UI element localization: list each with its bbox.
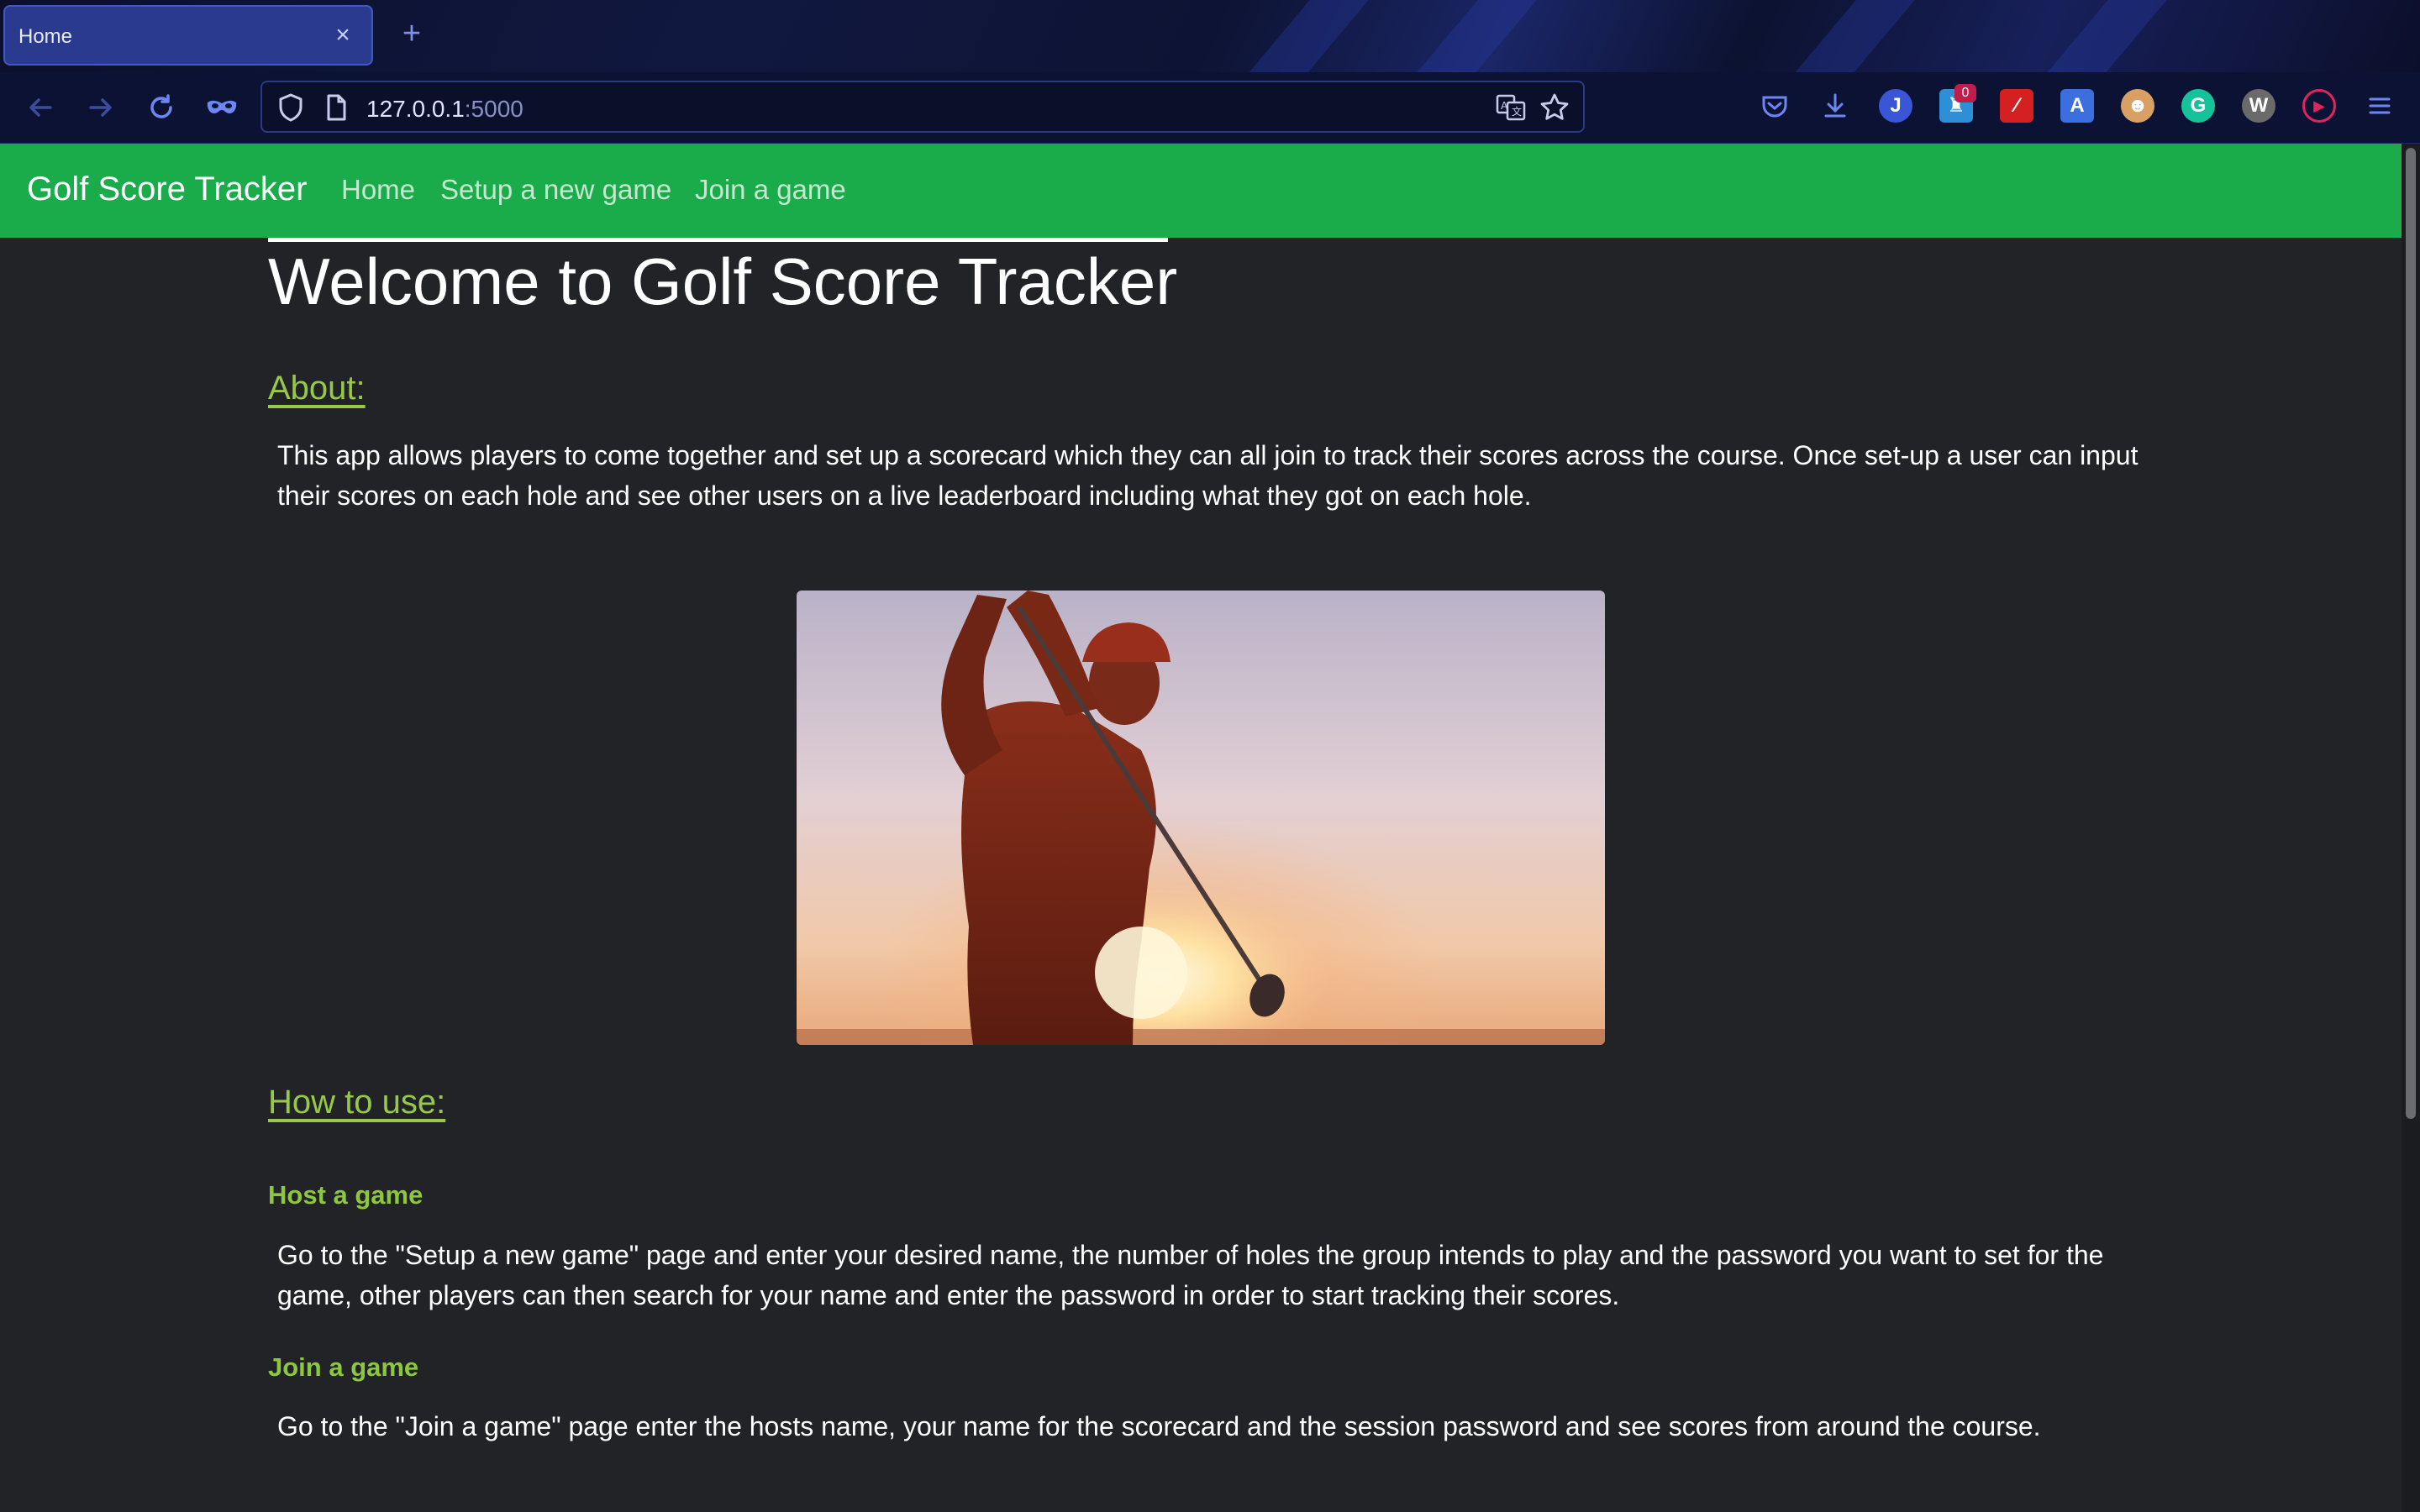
close-tab-icon[interactable]: × xyxy=(326,18,360,52)
svg-text:A: A xyxy=(1501,100,1508,112)
about-heading: About: xyxy=(268,370,366,407)
host-game-text: Go to the "Setup a new game" page and en… xyxy=(277,1240,2104,1310)
pocket-icon[interactable] xyxy=(1758,89,1791,123)
extension-j-icon[interactable]: J xyxy=(1879,89,1912,123)
scrollbar-thumb[interactable] xyxy=(2406,148,2416,1119)
extension-face-icon[interactable]: ☻ xyxy=(2121,89,2154,123)
grammarly-icon[interactable]: G xyxy=(2181,89,2215,123)
site-navbar: Golf Score Tracker Home Setup a new game… xyxy=(0,144,2402,238)
page-icon[interactable] xyxy=(318,89,355,126)
translate-icon[interactable]: A文 xyxy=(1492,89,1529,126)
how-to-use-heading: How to use: xyxy=(268,1084,446,1121)
host-game-heading: Host a game xyxy=(268,1180,424,1210)
nav-link-home[interactable]: Home xyxy=(341,174,415,206)
tab-title: Home xyxy=(18,25,73,48)
tabstrip-decoration xyxy=(1981,0,2196,72)
nav-link-join-game[interactable]: Join a game xyxy=(695,174,846,206)
translate-extension-icon[interactable]: A xyxy=(2060,89,2094,123)
back-arrow-icon[interactable] xyxy=(22,89,59,126)
bookmark-star-icon[interactable] xyxy=(1536,89,1573,126)
tabstrip-decoration xyxy=(1728,0,1944,72)
reload-icon[interactable] xyxy=(143,89,180,126)
new-tab-button[interactable]: + xyxy=(395,17,429,50)
browser-tabstrip: Home × + xyxy=(0,0,2420,72)
url-bar[interactable]: 127.0.0.1:5000 A文 xyxy=(260,81,1585,133)
extension-red-icon[interactable]: ⁄ xyxy=(2000,89,2033,123)
page-title: Welcome to Golf Score Tracker xyxy=(268,244,1178,318)
site-brand[interactable]: Golf Score Tracker xyxy=(27,171,307,208)
nav-link-setup-game[interactable]: Setup a new game xyxy=(440,174,671,206)
join-game-text: Go to the "Join a game" page enter the h… xyxy=(277,1411,2041,1441)
tabstrip-decoration xyxy=(1182,0,1397,72)
extension-w-icon[interactable]: W xyxy=(2242,89,2275,123)
url-text[interactable]: 127.0.0.1:5000 xyxy=(366,96,523,123)
hamburger-menu-icon[interactable] xyxy=(2363,89,2396,123)
browser-tab-home[interactable]: Home × xyxy=(3,5,373,66)
forward-arrow-icon[interactable] xyxy=(82,89,119,126)
extension-badge: 0 xyxy=(1954,84,1976,102)
browser-toolbar: 127.0.0.1:5000 A文 J ♜ ⁄ A ☻ G W ▶ xyxy=(0,72,2420,144)
tabstrip-decoration xyxy=(1350,0,1565,72)
svg-text:文: 文 xyxy=(1512,105,1522,118)
tracking-protection-shield-icon[interactable] xyxy=(272,89,309,126)
title-rule xyxy=(268,238,1168,242)
join-game-heading: Join a game xyxy=(268,1352,419,1382)
url-port: :5000 xyxy=(464,96,523,122)
downloads-icon[interactable] xyxy=(1818,89,1852,123)
url-host: 127.0.0.1 xyxy=(366,96,465,122)
about-text: This app allows players to come together… xyxy=(277,440,2139,511)
private-browsing-mask-icon xyxy=(203,89,240,126)
golfer-hero-image xyxy=(797,591,1605,1045)
extension-play-icon[interactable]: ▶ xyxy=(2302,89,2336,123)
